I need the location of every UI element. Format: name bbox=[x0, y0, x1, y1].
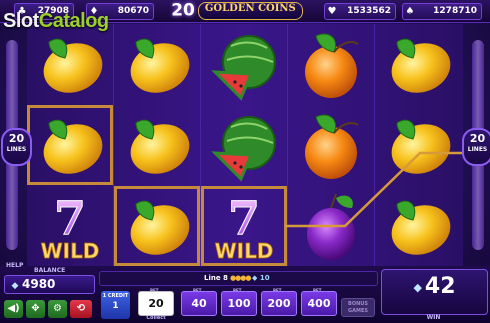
bet-button-40[interactable]: 40 bbox=[181, 291, 217, 316]
gem-icon: ◆ bbox=[11, 281, 19, 291]
fullscreen-button[interactable]: ✥ bbox=[26, 300, 45, 318]
bet-button-200[interactable]: 200 bbox=[261, 291, 297, 316]
speaker-icon: ◀) bbox=[7, 303, 20, 314]
gear-icon: ⚙ bbox=[53, 303, 62, 314]
jackpot-diamonds-value: 80670 bbox=[117, 6, 149, 16]
svg-text:7: 7 bbox=[54, 191, 86, 245]
collect-label: Collect bbox=[146, 315, 166, 321]
svg-text:7: 7 bbox=[228, 191, 260, 245]
reel-1: 7 WILD bbox=[27, 24, 114, 266]
reel-4 bbox=[288, 24, 375, 266]
slot-game: ♣ 27908 ♦ 80670 20 GOLDEN COINS ♥ 1533562… bbox=[0, 0, 490, 323]
coin-dots-icon: ●●●● bbox=[230, 274, 251, 282]
svg-text:WILD: WILD bbox=[41, 239, 100, 263]
orange-symbol bbox=[288, 24, 374, 104]
win-amount: 42 bbox=[424, 274, 456, 299]
settings-button[interactable]: ⚙ bbox=[48, 300, 67, 318]
autoplay-button[interactable]: ⟲ bbox=[70, 300, 92, 318]
lemon-symbol bbox=[375, 186, 461, 266]
jackpot-spades-value: 1278710 bbox=[433, 6, 477, 16]
orange-symbol bbox=[288, 105, 374, 185]
line-win-value: ◆ 10 bbox=[252, 274, 270, 282]
game-title: 20 GOLDEN COINS bbox=[162, 0, 312, 22]
seven-wild-symbol: 7 WILD bbox=[201, 186, 287, 266]
watermelon-symbol bbox=[201, 105, 287, 185]
hearts-icon: ♥ bbox=[327, 6, 337, 17]
bet-button-100[interactable]: 100 bbox=[221, 291, 257, 316]
lemon-symbol bbox=[27, 24, 113, 104]
reel-3: 7 WILD bbox=[201, 24, 288, 266]
reels-area: 7 WILD 7 WILD bbox=[27, 24, 463, 266]
balance-display: ◆ 4980 bbox=[4, 275, 95, 294]
lines-label-left: LINES bbox=[6, 146, 27, 153]
credit-value: 1 bbox=[112, 301, 119, 311]
lemon-symbol bbox=[114, 24, 200, 104]
bonus-games-button[interactable]: BONUS GAMES bbox=[341, 298, 375, 317]
lines-badge-left: 20 LINES bbox=[1, 128, 32, 166]
win-label: WIN bbox=[426, 314, 441, 321]
watermelon-symbol bbox=[201, 24, 287, 104]
reel-2 bbox=[114, 24, 201, 266]
svg-text:WILD: WILD bbox=[215, 239, 274, 263]
title-number: 20 bbox=[171, 0, 195, 21]
line-info-bar: Line 8 ●●●● ◆ 10 bbox=[99, 271, 378, 286]
lines-label-right: LINES bbox=[467, 146, 488, 153]
line-info: Line 8 bbox=[204, 274, 228, 282]
lemon-symbol bbox=[114, 105, 200, 185]
balance-label: BALANCE bbox=[34, 267, 66, 274]
bet-button-20[interactable]: 20 bbox=[138, 291, 174, 316]
lines-badge-right: 20 LINES bbox=[462, 128, 490, 166]
sound-button[interactable]: ◀) bbox=[4, 300, 23, 318]
spades-icon: ♠ bbox=[405, 6, 415, 17]
balance-value: 4980 bbox=[22, 277, 56, 291]
lines-number-left: 20 bbox=[8, 132, 25, 145]
lines-number-right: 20 bbox=[469, 132, 486, 145]
help-label[interactable]: HELP bbox=[6, 262, 23, 269]
lemon-symbol bbox=[27, 105, 113, 185]
jackpot-spades: ♠ 1278710 bbox=[402, 3, 482, 20]
autoplay-icon: ⟲ bbox=[76, 303, 86, 314]
slotcatalog-watermark: SlotCatalog bbox=[3, 10, 109, 32]
gem-icon: ◆ bbox=[413, 280, 422, 294]
lemon-symbol bbox=[114, 186, 200, 266]
win-display: ◆ 42 bbox=[381, 269, 488, 315]
jackpot-hearts-value: 1533562 bbox=[347, 6, 391, 16]
bet-button-400[interactable]: 400 bbox=[301, 291, 337, 316]
title-text: GOLDEN COINS bbox=[197, 1, 303, 20]
jackpot-hearts: ♥ 1533562 bbox=[324, 3, 396, 20]
seven-wild-symbol: 7 WILD bbox=[27, 186, 113, 266]
plum-symbol bbox=[288, 186, 374, 266]
lemon-symbol bbox=[375, 105, 461, 185]
lemon-symbol bbox=[375, 24, 461, 104]
expand-icon: ✥ bbox=[31, 303, 40, 314]
credit-label: 1 CREDIT bbox=[102, 293, 129, 299]
reel-5 bbox=[375, 24, 461, 266]
credit-button[interactable]: 1 CREDIT 1 bbox=[101, 291, 130, 319]
